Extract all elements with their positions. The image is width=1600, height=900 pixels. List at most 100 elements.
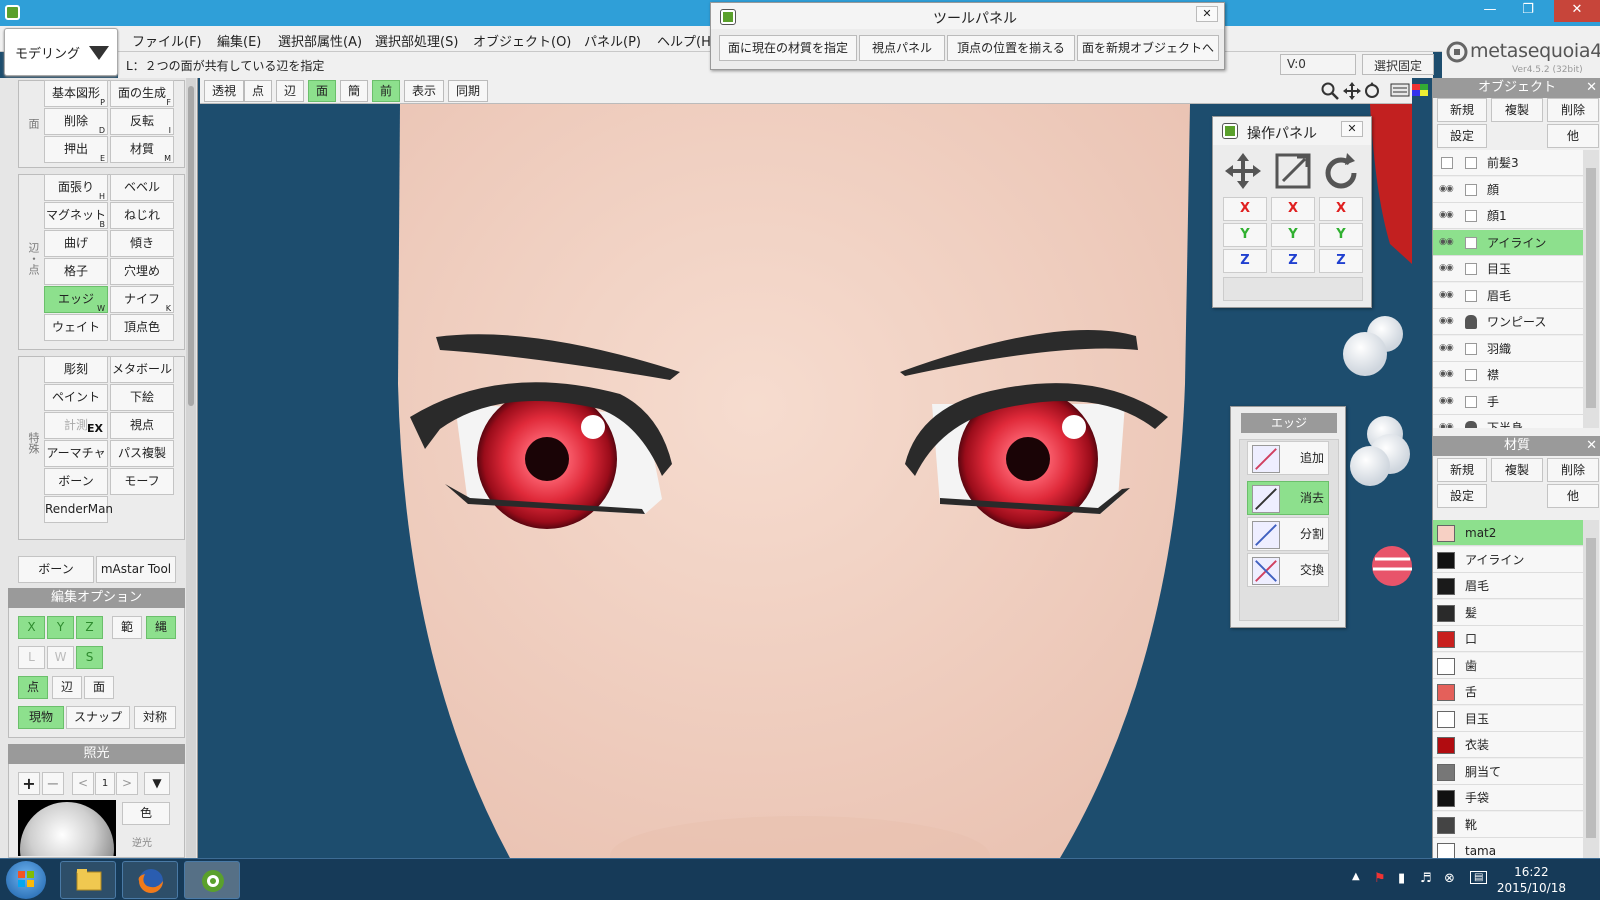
- lock-checkbox[interactable]: [1465, 289, 1477, 302]
- zoom-icon[interactable]: [1320, 81, 1340, 101]
- minimize-button[interactable]: —: [1476, 0, 1504, 22]
- rotate-view-icon[interactable]: [1362, 81, 1382, 101]
- local-toggle[interactable]: L: [18, 646, 45, 669]
- assign-material-button[interactable]: 面に現在の材質を指定: [719, 35, 857, 61]
- visibility-eye-icon[interactable]: ◉◉: [1439, 184, 1457, 195]
- plugin-bone-button[interactable]: ボーン: [18, 556, 94, 583]
- menu-file[interactable]: ファイル(F): [132, 31, 202, 50]
- tool-button[interactable]: 頂点色: [110, 314, 174, 341]
- material-other-button[interactable]: 他: [1547, 484, 1599, 508]
- material-list-item[interactable]: 手袋: [1433, 785, 1583, 811]
- lock-checkbox[interactable]: [1465, 210, 1477, 222]
- symmetry-toggle[interactable]: 対称: [134, 706, 176, 729]
- tool-panel-close-button[interactable]: ✕: [1196, 6, 1218, 22]
- tool-button[interactable]: 削除 D: [44, 108, 108, 135]
- material-list-item[interactable]: 歯: [1433, 652, 1583, 679]
- object-settings-button[interactable]: 設定: [1437, 124, 1487, 148]
- align-vertices-button[interactable]: 頂点の位置を揃える: [947, 35, 1075, 61]
- close-button[interactable]: ✕: [1554, 0, 1600, 22]
- material-duplicate-button[interactable]: 複製: [1491, 458, 1543, 482]
- taskbar-explorer[interactable]: [60, 861, 116, 899]
- menu-process[interactable]: 選択部処理(S): [375, 31, 458, 50]
- scale-icon[interactable]: [1273, 151, 1313, 191]
- taskbar-metasequoia[interactable]: [184, 861, 240, 899]
- current-object-toggle[interactable]: 現物: [18, 706, 64, 729]
- tool-button[interactable]: ベベル: [110, 174, 174, 201]
- tool-button[interactable]: ボーン: [44, 468, 108, 495]
- object-list-item[interactable]: ◉◉ 手: [1433, 388, 1583, 415]
- menu-help[interactable]: ヘルプ(H: [657, 31, 711, 50]
- scale-x-button[interactable]: X: [1271, 197, 1315, 221]
- lock-checkbox[interactable]: [1465, 342, 1477, 355]
- tool-button[interactable]: アーマチャー: [44, 440, 108, 485]
- vertex-mode-toggle[interactable]: 点: [18, 676, 48, 699]
- material-list-item[interactable]: 目玉: [1433, 705, 1583, 732]
- tool-button[interactable]: 穴埋め: [110, 258, 174, 285]
- restore-button[interactable]: ❐: [1514, 0, 1542, 22]
- tool-button[interactable]: エッジ W: [44, 286, 108, 313]
- move-y-button[interactable]: Y: [1223, 223, 1267, 247]
- action-center-icon[interactable]: ▤: [1470, 871, 1488, 884]
- rotate-y-button[interactable]: Y: [1319, 223, 1363, 247]
- tool-panel-titlebar[interactable]: ツールパネル ✕: [711, 3, 1224, 29]
- tool-button[interactable]: 計測 EX: [44, 412, 108, 439]
- simple-button[interactable]: 簡: [340, 80, 369, 102]
- material-list-scrollbar-thumb[interactable]: [1586, 538, 1596, 838]
- object-list-item[interactable]: ◉◉ 目玉: [1433, 256, 1583, 282]
- lock-checkbox[interactable]: [1465, 395, 1477, 408]
- axis-y-toggle[interactable]: Y: [47, 616, 74, 639]
- edge-delete-button[interactable]: 消去: [1247, 481, 1329, 515]
- object-list-item[interactable]: 前髪3: [1433, 150, 1583, 176]
- visibility-eye-icon[interactable]: ◉◉: [1439, 316, 1457, 327]
- operation-panel-titlebar[interactable]: 操作パネル ✕: [1213, 117, 1371, 145]
- tool-button[interactable]: ナイフ K: [110, 286, 174, 313]
- tool-button[interactable]: ペイント: [44, 384, 108, 411]
- tool-button[interactable]: 傾き: [110, 230, 174, 257]
- snap-toggle[interactable]: スナップ: [66, 706, 130, 729]
- material-list-item[interactable]: 衣装: [1433, 732, 1583, 758]
- object-panel-close-icon[interactable]: ✕: [1586, 78, 1597, 98]
- lock-icon[interactable]: [1465, 421, 1477, 428]
- material-list-item[interactable]: mat2: [1433, 520, 1583, 546]
- object-new-button[interactable]: 新規: [1437, 98, 1487, 122]
- move-x-button[interactable]: X: [1223, 197, 1267, 221]
- lasso-select-button[interactable]: 縄: [146, 616, 176, 639]
- mode-selector[interactable]: モデリング: [4, 28, 118, 76]
- visibility-eye-icon[interactable]: ◉◉: [1439, 237, 1457, 248]
- light-sphere-preview[interactable]: [18, 800, 116, 856]
- menu-attribute[interactable]: 選択部属性(A): [278, 31, 362, 50]
- tool-button[interactable]: 下絵: [110, 384, 174, 411]
- tool-button[interactable]: 格子: [44, 258, 108, 285]
- light-color-button[interactable]: 色: [122, 802, 170, 825]
- visibility-eye-icon[interactable]: ◉◉: [1439, 263, 1457, 274]
- scale-y-button[interactable]: Y: [1271, 223, 1315, 247]
- plugin-mastar-button[interactable]: mAstar Tool: [96, 556, 176, 583]
- material-list-item[interactable]: 眉毛: [1433, 573, 1583, 599]
- lock-checkbox[interactable]: [1465, 263, 1477, 275]
- edge-split-button[interactable]: 分割: [1247, 517, 1329, 551]
- range-select-button[interactable]: 範: [112, 616, 142, 639]
- material-list-item[interactable]: 口: [1433, 626, 1583, 652]
- pan-icon[interactable]: [1342, 81, 1362, 101]
- display-button[interactable]: 表示: [404, 80, 445, 102]
- operation-panel-close-button[interactable]: ✕: [1341, 121, 1363, 137]
- visibility-checkbox[interactable]: [1441, 157, 1453, 169]
- tool-button[interactable]: 視点: [110, 412, 174, 439]
- material-list-item[interactable]: 胴当て: [1433, 758, 1583, 785]
- object-list-item[interactable]: ◉◉ 下半身: [1433, 415, 1583, 428]
- material-list-item[interactable]: 舌: [1433, 679, 1583, 705]
- scale-z-button[interactable]: Z: [1271, 249, 1315, 273]
- axis-z-toggle[interactable]: Z: [76, 616, 103, 639]
- axis-x-toggle[interactable]: X: [18, 616, 45, 639]
- material-settings-button[interactable]: 設定: [1437, 484, 1487, 508]
- network-icon[interactable]: ▮: [1398, 871, 1405, 886]
- object-list-item[interactable]: ◉◉ 顔: [1433, 176, 1583, 203]
- move-icon[interactable]: [1223, 151, 1263, 191]
- tool-button[interactable]: モーフ: [110, 468, 174, 495]
- object-list-item[interactable]: ◉◉ アイライン: [1433, 229, 1583, 256]
- tool-button[interactable]: 反転 I: [110, 108, 174, 135]
- edge-mode-toggle[interactable]: 辺: [52, 676, 82, 699]
- object-duplicate-button[interactable]: 複製: [1491, 98, 1543, 122]
- tool-button[interactable]: 曲げ: [44, 230, 108, 257]
- tool-button[interactable]: メタボール: [110, 356, 174, 383]
